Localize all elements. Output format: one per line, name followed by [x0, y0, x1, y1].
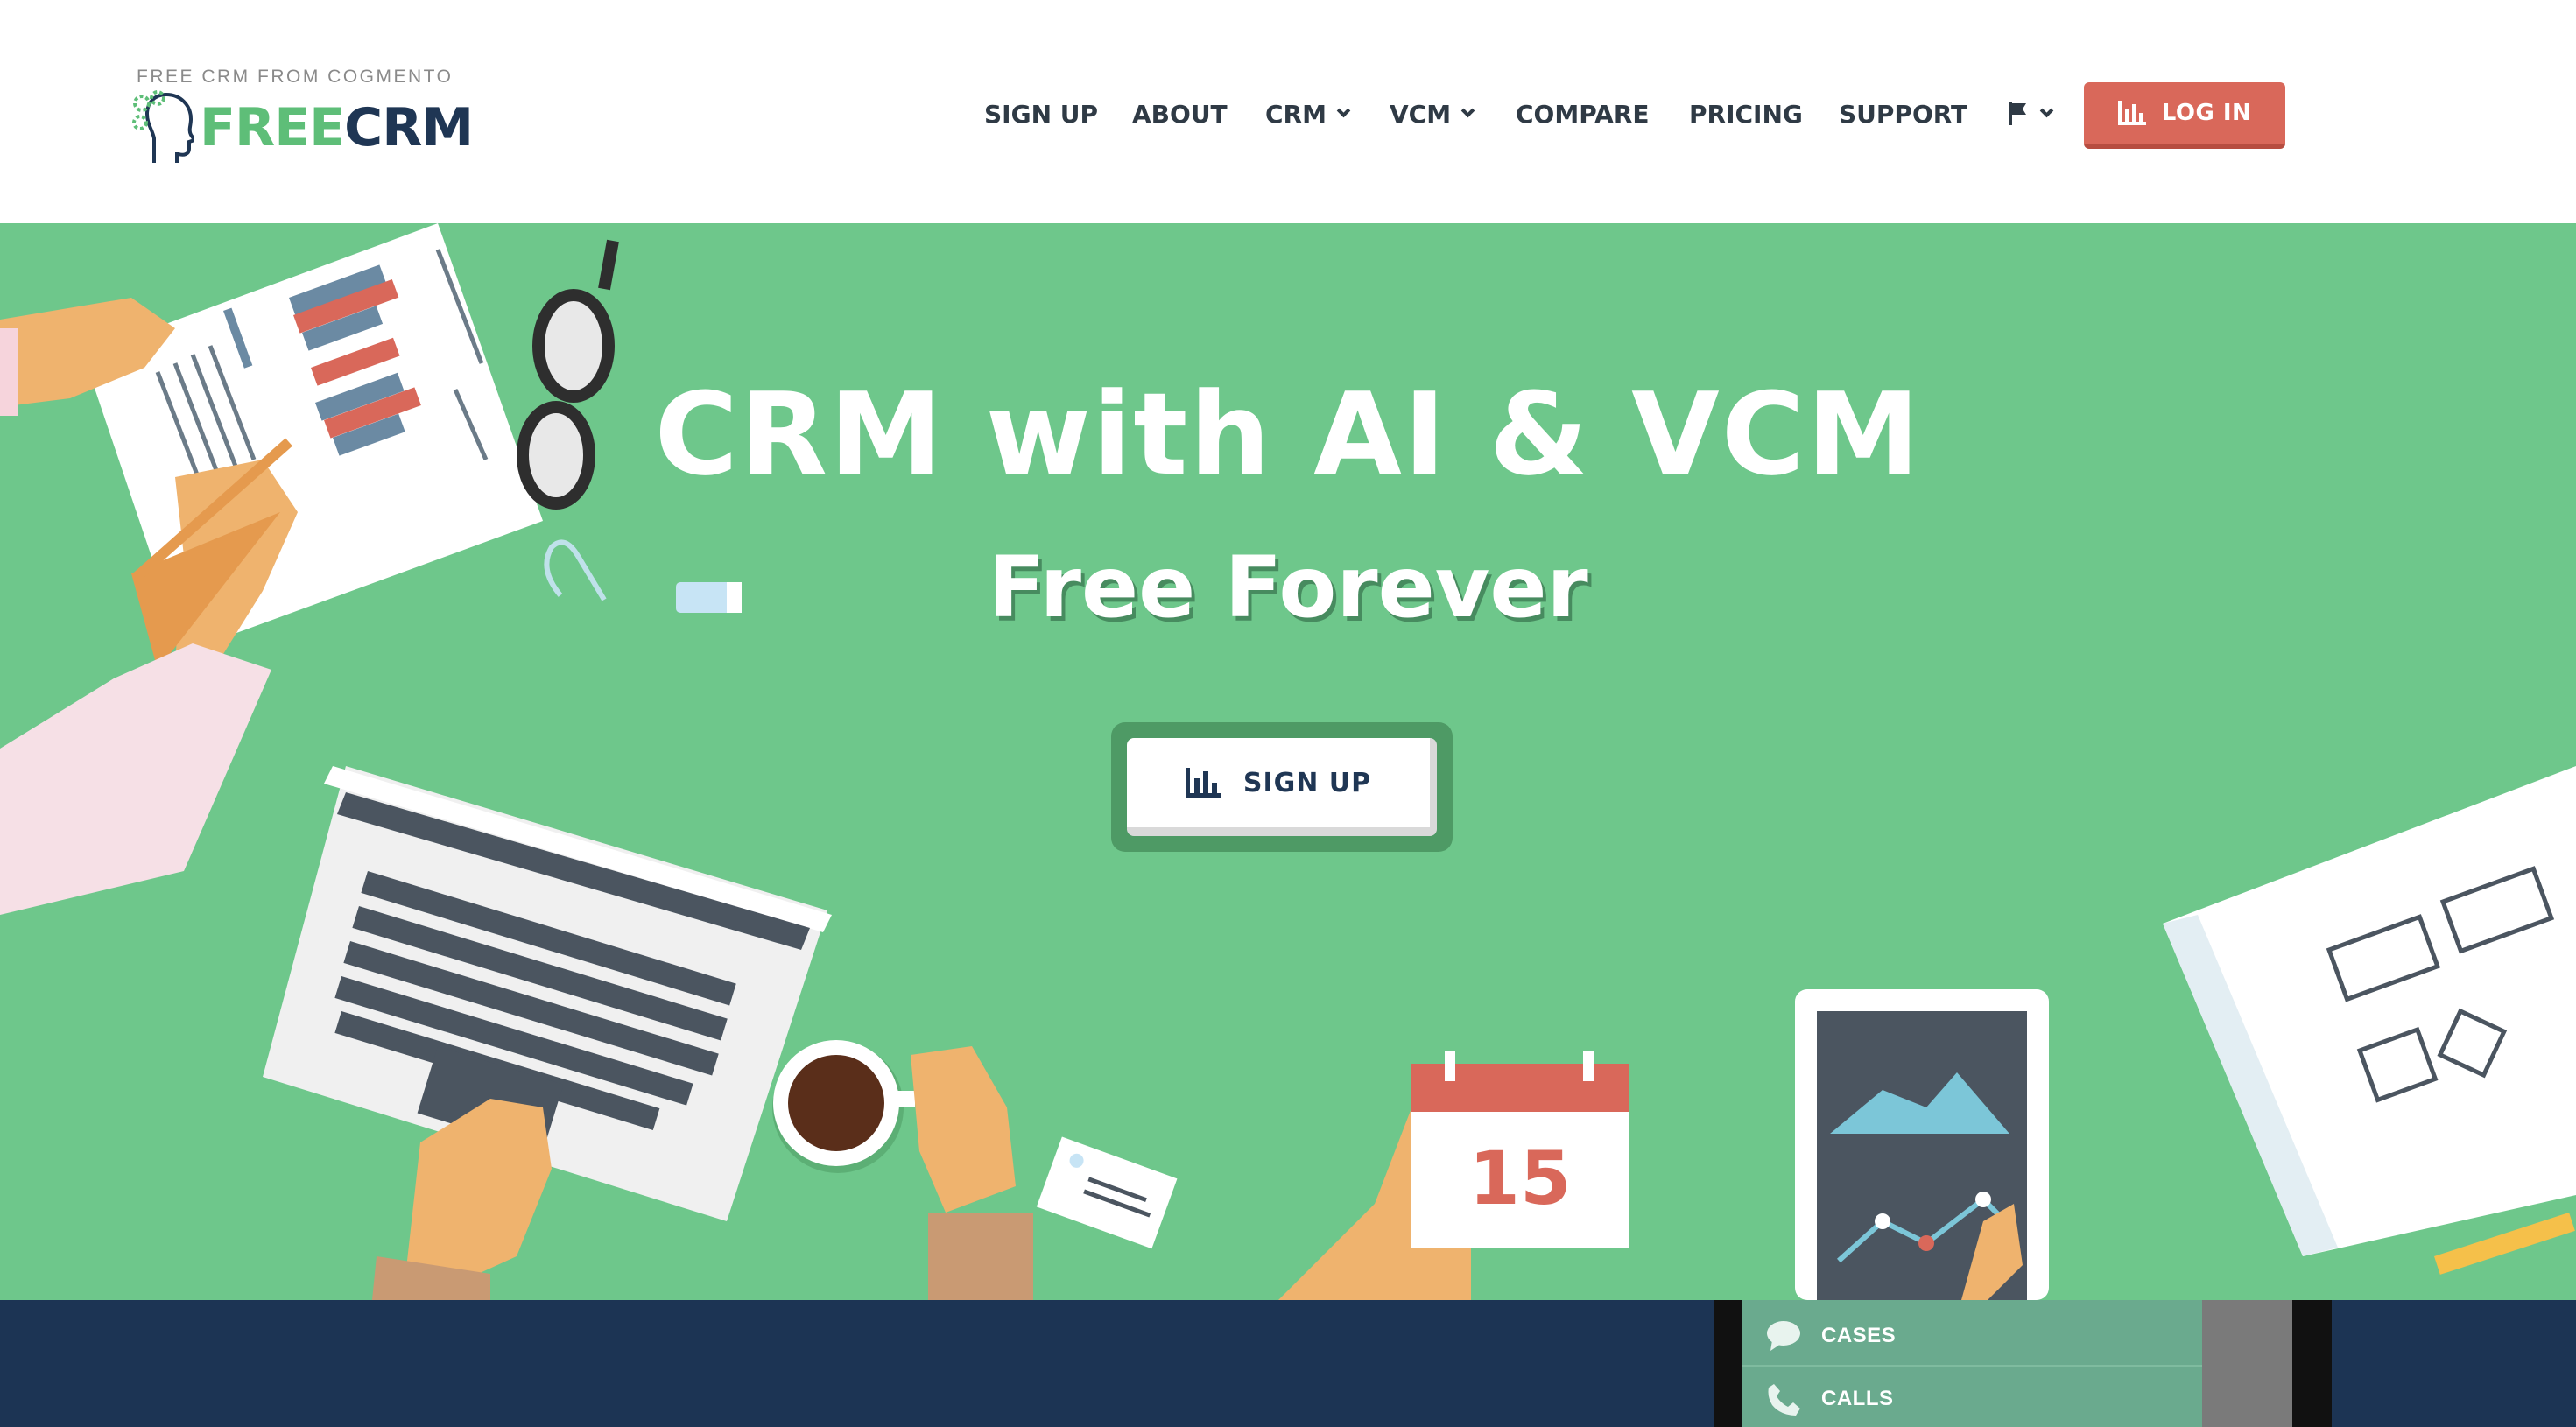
- logo-word-crm: CRM: [344, 97, 474, 158]
- login-label: LOG IN: [2161, 100, 2252, 126]
- calendar-day: 15: [1469, 1135, 1572, 1221]
- nav-about[interactable]: ABOUT: [1132, 96, 1228, 131]
- bar-chart-icon: [2117, 101, 2146, 125]
- hero-signup-button[interactable]: SIGN UP: [1127, 738, 1437, 836]
- site-logo[interactable]: FREE CRM FROM COGMENTO FREECRM: [130, 65, 480, 163]
- nav-support-label: SUPPORT: [1839, 99, 1968, 129]
- phone-menu-label: CALLS: [1821, 1387, 1894, 1410]
- phone-side-panel: [2202, 1300, 2292, 1427]
- phone-icon: [1768, 1384, 1800, 1416]
- nav-pricing[interactable]: PRICING: [1689, 96, 1803, 131]
- chevron-down-icon: [2039, 103, 2054, 117]
- nav-compare-label: COMPARE: [1516, 99, 1650, 129]
- hero-subtitle: Free Forever: [988, 538, 1588, 636]
- calendar-illustration: 15: [1278, 1051, 1629, 1300]
- logo-wordmark: FREECRM: [200, 102, 474, 154]
- chat-bubble-icon: [1767, 1321, 1800, 1351]
- phone-screen: CASES CALLS: [1742, 1300, 2292, 1427]
- hero-signup-label: SIGN UP: [1242, 767, 1372, 798]
- nav-about-label: ABOUT: [1132, 99, 1228, 129]
- phone-mockup: CASES CALLS: [1714, 1300, 2332, 1427]
- nav-crm-label: CRM: [1265, 99, 1327, 129]
- bar-chart-icon: [1185, 768, 1221, 798]
- site-header: FREE CRM FROM COGMENTO FREECRM SIGN UP A…: [0, 0, 2576, 223]
- chevron-down-icon: [1460, 103, 1475, 117]
- hero-cta-frame: SIGN UP: [1111, 722, 1453, 852]
- coffee-cup-illustration: [772, 1040, 1033, 1300]
- nav-crm[interactable]: CRM: [1265, 96, 1351, 131]
- nav-signup[interactable]: SIGN UP: [984, 96, 1098, 131]
- tablet-illustration: [1795, 989, 2049, 1300]
- nav-vcm[interactable]: VCM: [1390, 96, 1475, 131]
- business-card-illustration: [1036, 1136, 1178, 1249]
- phone-menu-label: CASES: [1821, 1324, 1897, 1347]
- head-gears-icon: [132, 90, 194, 163]
- nav-signup-label: SIGN UP: [984, 99, 1099, 129]
- chevron-down-icon: [1336, 103, 1351, 117]
- laptop-illustration: [263, 766, 832, 1300]
- feature-band: CASES CALLS: [0, 1300, 2576, 1427]
- logo-tagline: FREE CRM FROM COGMENTO: [137, 67, 454, 87]
- phone-menu-item-calls[interactable]: CALLS: [1742, 1370, 2202, 1427]
- language-dropdown[interactable]: [2007, 96, 2054, 131]
- logo-word-free: FREE: [200, 97, 345, 158]
- nav-pricing-label: PRICING: [1689, 99, 1803, 129]
- hero-section: 15 CRM with AI & VCM Free Forever SIGN U…: [0, 223, 2576, 1300]
- nav-compare[interactable]: COMPARE: [1516, 96, 1650, 131]
- hero-title: CRM with AI & VCM: [654, 368, 1922, 501]
- flowchart-paper-illustration: [2163, 766, 2576, 1275]
- nav-support[interactable]: SUPPORT: [1839, 96, 1967, 131]
- login-button[interactable]: LOG IN: [2084, 82, 2285, 149]
- phone-menu-item-cases[interactable]: CASES: [1742, 1307, 2202, 1367]
- nav-vcm-label: VCM: [1390, 99, 1452, 129]
- flag-icon: [2007, 102, 2030, 125]
